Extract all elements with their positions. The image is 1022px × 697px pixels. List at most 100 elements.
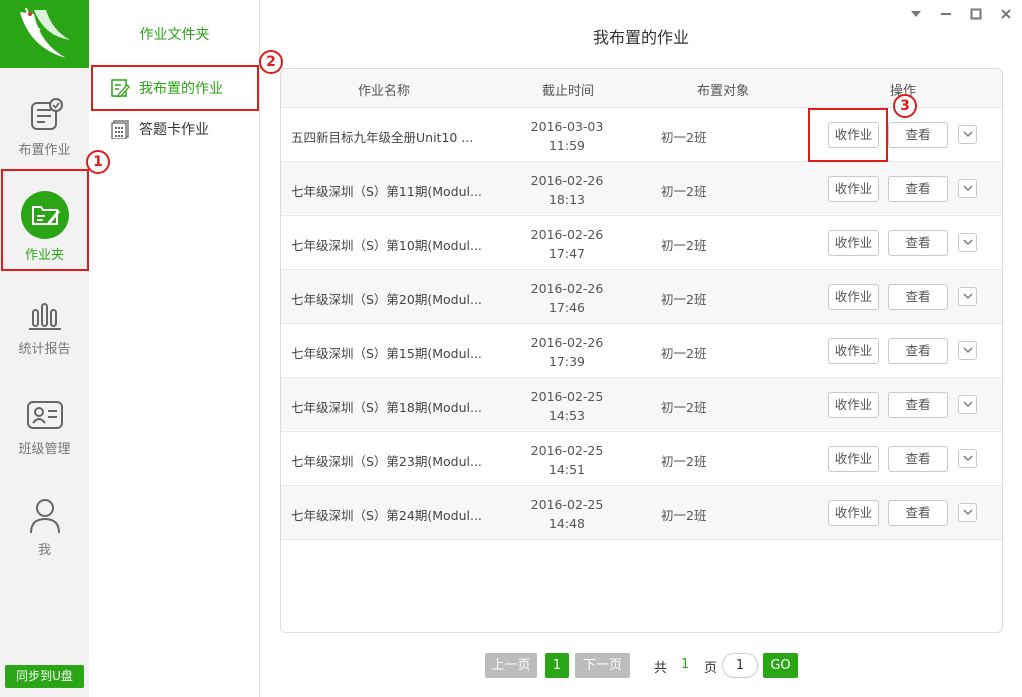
folder-title: 作业文件夹 xyxy=(139,27,210,43)
total-suffix: 页 xyxy=(704,661,718,676)
collect-homework-button[interactable]: 收作业 xyxy=(828,284,879,310)
header-deadline: 截止时间 xyxy=(542,84,595,99)
deadline-date: 2016-02-26 xyxy=(530,227,604,242)
assignment-name[interactable]: 五四新目标九年级全册Unit10 ... xyxy=(291,127,481,146)
chevron-down-icon xyxy=(963,509,972,515)
nav-label-assign: 布置作业 xyxy=(18,143,71,158)
deadline-time: 11:59 xyxy=(548,138,586,153)
deadline-time: 17:47 xyxy=(548,246,586,261)
assigned-class: 初一2班 xyxy=(661,400,707,415)
more-options-button[interactable] xyxy=(958,179,977,198)
deadline-time: 17:46 xyxy=(548,300,586,315)
assigned-class: 初一2班 xyxy=(661,184,707,199)
deadline-date: 2016-03-03 xyxy=(530,119,604,134)
nav-item-me[interactable]: 我 xyxy=(0,497,89,589)
table-row: 七年级深圳（S）第18期(Modul... 2016-02-25 14:53 初一2班… xyxy=(281,378,1002,432)
table-row: 五四新目标九年级全册Unit10 ... 2016-03-03 11:59 初一2班收… xyxy=(281,108,1002,162)
view-button[interactable]: 查看 xyxy=(888,338,948,364)
deadline-date: 2016-02-25 xyxy=(530,389,604,404)
view-button[interactable]: 查看 xyxy=(888,446,948,472)
assigned-class: 初一2班 xyxy=(661,292,707,307)
next-page-button[interactable]: 下一页 xyxy=(575,653,630,678)
nav-item-report[interactable]: 统计报告 xyxy=(0,298,89,390)
collect-homework-button[interactable]: 收作业 xyxy=(828,392,879,418)
view-button[interactable]: 查看 xyxy=(888,500,948,526)
user-icon xyxy=(29,499,60,534)
collect-homework-button[interactable]: 收作业 xyxy=(828,176,879,202)
view-button[interactable]: 查看 xyxy=(888,230,948,256)
nav-label-class: 班级管理 xyxy=(18,442,71,457)
more-options-button[interactable] xyxy=(958,233,977,252)
assignment-name[interactable]: 七年级深圳（S）第11期(Modul... xyxy=(291,181,481,200)
more-options-button[interactable] xyxy=(958,287,977,306)
more-options-button[interactable] xyxy=(958,125,977,144)
maximize-icon[interactable] xyxy=(968,6,984,22)
deadline-time: 17:39 xyxy=(548,354,586,369)
left-nav: 布置作业 作业夹 统计报告 班级管理 我 同步到U盘 xyxy=(0,0,89,697)
assignment-name[interactable]: 七年级深圳（S）第24期(Modul... xyxy=(291,505,481,524)
view-button[interactable]: 查看 xyxy=(888,122,948,148)
more-options-button[interactable] xyxy=(958,341,977,360)
table-row: 七年级深圳（S）第23期(Modul... 2016-02-25 14:51 初一2班… xyxy=(281,432,1002,486)
chevron-down-icon xyxy=(963,347,972,353)
page-1-button[interactable]: 1 xyxy=(545,653,569,678)
go-button[interactable]: GO xyxy=(763,653,798,678)
assignment-name[interactable]: 七年级深圳（S）第20期(Modul... xyxy=(291,289,481,308)
deadline-cell: 2016-02-25 14:51 xyxy=(517,441,617,479)
table-row: 七年级深圳（S）第20期(Modul... 2016-02-26 17:46 初一2班… xyxy=(281,270,1002,324)
folder-item-label: 答题卡作业 xyxy=(139,122,209,138)
collect-homework-button[interactable]: 收作业 xyxy=(828,446,879,472)
view-button[interactable]: 查看 xyxy=(888,392,948,418)
header-target: 布置对象 xyxy=(697,84,750,99)
chevron-down-icon xyxy=(963,455,972,461)
assignment-name[interactable]: 七年级深圳（S）第10期(Modul... xyxy=(291,235,481,254)
answer-card-icon xyxy=(109,118,131,140)
chart-icon xyxy=(28,303,61,330)
deadline-cell: 2016-02-26 17:39 xyxy=(517,333,617,371)
chevron-down-icon xyxy=(963,401,972,407)
view-button[interactable]: 查看 xyxy=(888,284,948,310)
chevron-down-icon xyxy=(963,131,972,137)
annotation-badge-1: 1 xyxy=(86,150,110,174)
nav-item-class[interactable]: 班级管理 xyxy=(0,398,89,490)
assignment-name[interactable]: 七年级深圳（S）第23期(Modul... xyxy=(291,451,481,470)
collect-homework-button[interactable]: 收作业 xyxy=(828,338,879,364)
more-options-button[interactable] xyxy=(958,395,977,414)
deadline-cell: 2016-02-26 17:47 xyxy=(517,225,617,263)
app-logo xyxy=(0,0,89,68)
more-options-button[interactable] xyxy=(958,449,977,468)
deadline-time: 14:53 xyxy=(548,408,586,423)
chevron-down-icon xyxy=(963,239,972,245)
assigned-class: 初一2班 xyxy=(661,238,707,253)
page-title: 我布置的作业 xyxy=(592,28,689,47)
deadline-cell: 2016-02-25 14:48 xyxy=(517,495,617,533)
minimize-icon[interactable] xyxy=(938,6,954,22)
annotation-badge-2: 2 xyxy=(259,50,283,74)
deadline-date: 2016-02-25 xyxy=(530,497,604,512)
contact-card-icon xyxy=(26,401,63,429)
more-options-button[interactable] xyxy=(958,503,977,522)
nav-label-report: 统计报告 xyxy=(18,342,71,357)
logo-icon xyxy=(20,7,70,58)
assigned-class: 初一2班 xyxy=(661,130,707,145)
annotation-box-3 xyxy=(808,108,888,162)
collect-homework-button[interactable]: 收作业 xyxy=(828,500,879,526)
page-number-input[interactable] xyxy=(722,653,758,678)
sync-usb-button[interactable]: 同步到U盘 xyxy=(5,665,84,688)
folder-item-answer-card[interactable]: 答题卡作业 xyxy=(91,108,257,150)
total-pages: 1 xyxy=(681,657,690,672)
deadline-date: 2016-02-26 xyxy=(530,335,604,350)
annotation-box-1 xyxy=(1,169,89,271)
table-row: 七年级深圳（S）第11期(Modul... 2016-02-26 18:13 初一2班… xyxy=(281,162,1002,216)
assignment-name[interactable]: 七年级深圳（S）第15期(Modul... xyxy=(291,343,481,362)
deadline-date: 2016-02-25 xyxy=(530,443,604,458)
assignment-name[interactable]: 七年级深圳（S）第18期(Modul... xyxy=(291,397,481,416)
dropdown-icon[interactable] xyxy=(908,6,924,22)
prev-page-button[interactable]: 上一页 xyxy=(485,653,537,678)
deadline-date: 2016-02-26 xyxy=(530,173,604,188)
collect-homework-button[interactable]: 收作业 xyxy=(828,230,879,256)
nav-label-me: 我 xyxy=(37,543,51,558)
view-button[interactable]: 查看 xyxy=(888,176,948,202)
close-icon[interactable] xyxy=(998,6,1014,22)
deadline-time: 14:48 xyxy=(548,516,586,531)
